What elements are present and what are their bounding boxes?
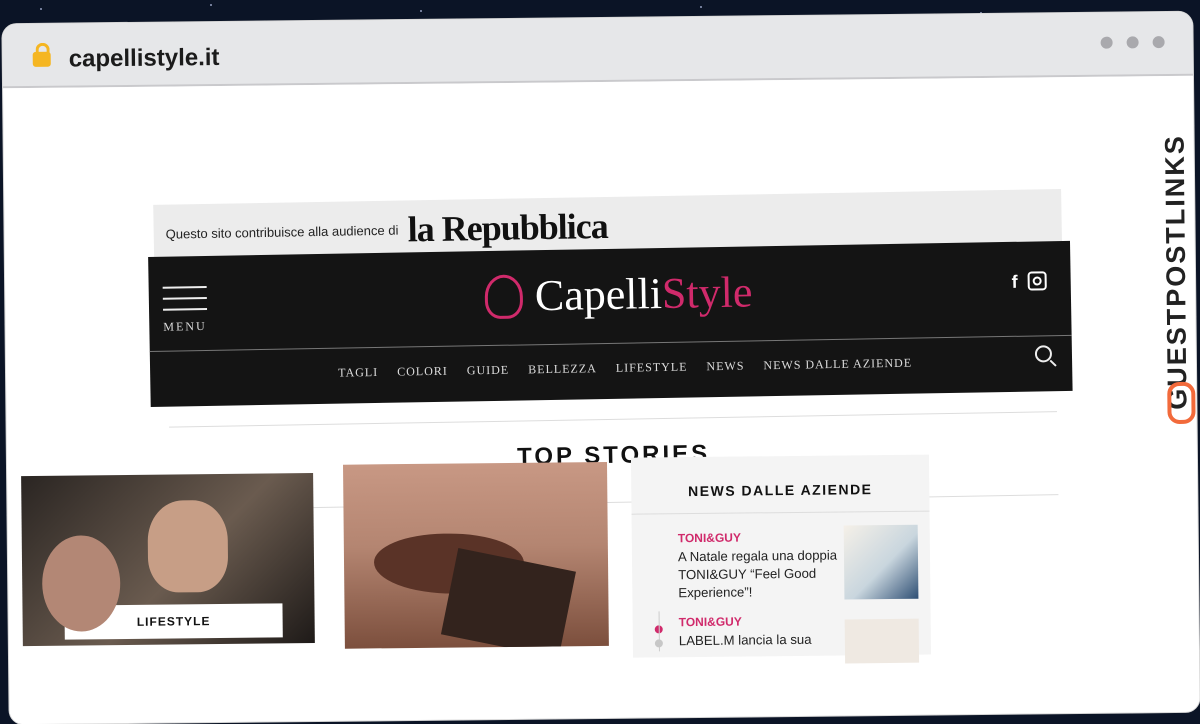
lock-icon [32, 51, 51, 67]
hamburger-icon [162, 296, 207, 300]
story-card[interactable]: LIFESTYLE [21, 473, 315, 647]
nav-item-news-dalle-aziende[interactable]: NEWS DALLE AZIENDE [763, 356, 912, 374]
browser-window: capellistyle.it GUESTPOSTLINKS Questo si… [2, 11, 1200, 724]
sidebar-divider [631, 510, 930, 515]
site-header: MENU Capelli Style f TAGLI COLORI GUIDE … [148, 240, 1073, 407]
news-item[interactable]: TONI&GUY A Natale regala una doppia TONI… [678, 529, 855, 601]
news-brand[interactable]: TONI&GUY [679, 613, 855, 630]
nav-item-colori[interactable]: COLORI [397, 364, 448, 380]
social-links: f [1012, 271, 1047, 293]
search-icon[interactable] [1034, 345, 1053, 363]
company-news-sidebar: NEWS DALLE AZIENDE TONI&GUY A Natale reg… [630, 454, 932, 664]
news-thumbnail[interactable] [843, 524, 919, 600]
link-icon [1167, 381, 1196, 425]
partner-intro: Questo sito contribuisce alla audience d… [165, 222, 399, 242]
window-dot-icon[interactable] [1152, 36, 1165, 49]
hair-logo-icon [484, 273, 524, 319]
hamburger-icon [163, 307, 208, 311]
hamburger-icon [162, 285, 207, 289]
facebook-icon[interactable]: f [1012, 272, 1018, 293]
logo-primary: Capelli [534, 269, 663, 321]
partner-logo[interactable]: la Repubblica [407, 205, 608, 250]
story-card[interactable] [342, 461, 609, 649]
main-nav: TAGLI COLORI GUIDE BELLEZZA LIFESTYLE NE… [338, 356, 912, 381]
address-bar[interactable]: capellistyle.it [69, 44, 220, 74]
news-item[interactable]: TONI&GUY LABEL.M lancia la sua [679, 613, 855, 650]
news-title[interactable]: LABEL.M lancia la sua [679, 630, 855, 650]
news-title[interactable]: A Natale regala una doppia TONI&GUY “Fee… [678, 546, 855, 601]
window-dot-icon[interactable] [1126, 36, 1139, 49]
nav-item-bellezza[interactable]: BELLEZZA [528, 361, 597, 377]
nav-item-news[interactable]: NEWS [706, 359, 744, 375]
window-controls [1100, 36, 1165, 49]
news-thumbnail[interactable] [844, 618, 920, 664]
window-dot-icon[interactable] [1100, 36, 1113, 49]
story-category-tag[interactable]: LIFESTYLE [64, 603, 283, 640]
chocolate-image [440, 547, 576, 649]
watermark: GUESTPOSTLINKS [1155, 124, 1199, 425]
instagram-icon[interactable] [1027, 271, 1047, 291]
news-rail-dot-icon [654, 639, 663, 648]
news-brand[interactable]: TONI&GUY [678, 529, 854, 546]
sidebar-title: NEWS DALLE AZIENDE [688, 481, 873, 500]
watermark-text: GUESTPOSTLINKS [1159, 134, 1193, 410]
page-viewport: GUESTPOSTLINKS Questo sito contribuisce … [3, 75, 1200, 724]
header-divider [149, 334, 1072, 352]
nav-item-lifestyle[interactable]: LIFESTYLE [616, 360, 688, 376]
site-logo[interactable]: Capelli Style [484, 266, 753, 322]
stories-row: LIFESTYLE NEWS DALLE AZIENDE TONI&GUY A … [21, 454, 932, 664]
logo-secondary: Style [661, 267, 753, 318]
menu-label: MENU [163, 318, 207, 334]
menu-button[interactable]: MENU [162, 285, 208, 335]
nav-item-tagli[interactable]: TAGLI [338, 365, 378, 381]
nav-item-guide[interactable]: GUIDE [467, 363, 510, 379]
